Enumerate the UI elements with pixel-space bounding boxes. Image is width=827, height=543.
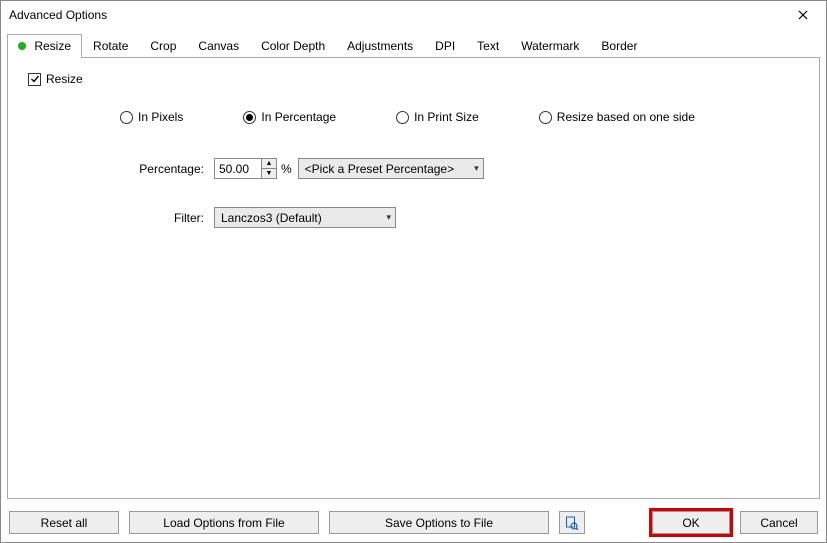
tab-bar: Resize Rotate Crop Canvas Color Depth Ad… bbox=[1, 29, 826, 57]
filter-label: Filter: bbox=[24, 211, 214, 225]
tab-label: Adjustments bbox=[347, 39, 413, 53]
tab-label: Resize bbox=[34, 39, 71, 53]
check-icon bbox=[30, 74, 40, 84]
radio-label: In Percentage bbox=[261, 110, 336, 124]
close-button[interactable] bbox=[788, 4, 818, 26]
percentage-input[interactable] bbox=[214, 158, 262, 179]
radio-icon bbox=[243, 111, 256, 124]
mode-in-print-size[interactable]: In Print Size bbox=[396, 110, 479, 124]
preview-button[interactable] bbox=[559, 511, 585, 534]
chevron-down-icon: ▾ bbox=[386, 212, 391, 223]
save-options-button[interactable]: Save Options to File bbox=[329, 511, 549, 534]
radio-label: In Pixels bbox=[138, 110, 183, 124]
percentage-label: Percentage: bbox=[24, 162, 214, 176]
tab-crop[interactable]: Crop bbox=[139, 34, 187, 58]
enable-resize-checkbox[interactable] bbox=[28, 73, 41, 86]
radio-icon bbox=[120, 111, 133, 124]
tab-border[interactable]: Border bbox=[590, 34, 648, 58]
radio-icon bbox=[539, 111, 552, 124]
tab-rotate[interactable]: Rotate bbox=[82, 34, 139, 58]
enable-resize-row: Resize bbox=[28, 72, 803, 86]
active-indicator-icon bbox=[18, 42, 26, 50]
spinner-down-icon[interactable]: ▼ bbox=[262, 169, 276, 178]
tab-watermark[interactable]: Watermark bbox=[510, 34, 590, 58]
ok-button[interactable]: OK bbox=[652, 511, 730, 534]
tab-color-depth[interactable]: Color Depth bbox=[250, 34, 336, 58]
mode-one-side[interactable]: Resize based on one side bbox=[539, 110, 695, 124]
titlebar: Advanced Options bbox=[1, 1, 826, 29]
chevron-down-icon: ▾ bbox=[474, 163, 479, 174]
load-options-button[interactable]: Load Options from File bbox=[129, 511, 319, 534]
tab-adjustments[interactable]: Adjustments bbox=[336, 34, 424, 58]
tab-label: Watermark bbox=[521, 39, 579, 53]
tab-label: Canvas bbox=[198, 39, 239, 53]
advanced-options-window: Advanced Options Resize Rotate Crop Canv… bbox=[0, 0, 827, 543]
filter-dropdown[interactable]: Lanczos3 (Default) ▾ bbox=[214, 207, 396, 228]
close-icon bbox=[798, 10, 808, 20]
tab-label: DPI bbox=[435, 39, 455, 53]
dropdown-value: <Pick a Preset Percentage> bbox=[305, 162, 454, 176]
mode-in-pixels[interactable]: In Pixels bbox=[120, 110, 183, 124]
tab-resize[interactable]: Resize bbox=[7, 34, 82, 58]
dropdown-value: Lanczos3 (Default) bbox=[221, 211, 322, 225]
filter-row: Filter: Lanczos3 (Default) ▾ bbox=[24, 207, 803, 228]
tab-label: Color Depth bbox=[261, 39, 325, 53]
tab-dpi[interactable]: DPI bbox=[424, 34, 466, 58]
radio-icon bbox=[396, 111, 409, 124]
tab-label: Rotate bbox=[93, 39, 128, 53]
mode-in-percentage[interactable]: In Percentage bbox=[243, 110, 336, 124]
radio-label: Resize based on one side bbox=[557, 110, 695, 124]
tab-label: Crop bbox=[150, 39, 176, 53]
bottom-button-bar: Reset all Load Options from File Save Op… bbox=[1, 505, 826, 542]
tab-label: Border bbox=[601, 39, 637, 53]
tab-label: Text bbox=[477, 39, 499, 53]
enable-resize-label: Resize bbox=[46, 72, 83, 86]
radio-label: In Print Size bbox=[414, 110, 479, 124]
cancel-button[interactable]: Cancel bbox=[740, 511, 818, 534]
percentage-spinner[interactable]: ▲ ▼ bbox=[261, 158, 277, 179]
tab-text[interactable]: Text bbox=[466, 34, 510, 58]
spinner-up-icon[interactable]: ▲ bbox=[262, 159, 276, 169]
reset-all-button[interactable]: Reset all bbox=[9, 511, 119, 534]
tab-canvas[interactable]: Canvas bbox=[187, 34, 250, 58]
radio-dot-icon bbox=[246, 114, 253, 121]
preview-icon bbox=[565, 516, 579, 530]
window-title: Advanced Options bbox=[9, 8, 107, 22]
resize-mode-group: In Pixels In Percentage In Print Size Re… bbox=[120, 110, 803, 124]
preset-percentage-dropdown[interactable]: <Pick a Preset Percentage> ▾ bbox=[298, 158, 484, 179]
percentage-row: Percentage: ▲ ▼ % <Pick a Preset Percent… bbox=[24, 158, 803, 179]
percentage-unit: % bbox=[281, 162, 292, 176]
tab-content-resize: Resize In Pixels In Percentage In Print … bbox=[7, 57, 820, 499]
